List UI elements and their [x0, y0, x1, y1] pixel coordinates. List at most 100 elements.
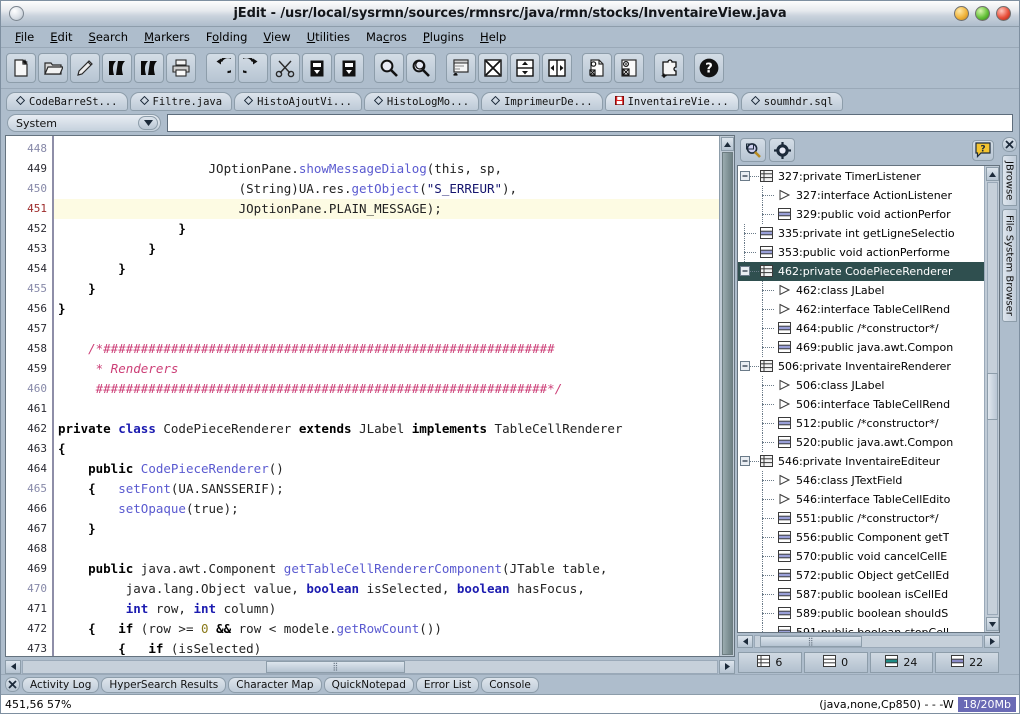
dock-hscroll-thumb[interactable]: ⣿: [760, 636, 862, 647]
buffer-tab-2[interactable]: HistoAjoutVi...: [234, 92, 362, 111]
gutter-line-number[interactable]: 453: [6, 239, 52, 259]
tree-node[interactable]: 327:private TimerListener: [738, 167, 984, 186]
tree-node[interactable]: 329:public void actionPerfor: [738, 205, 984, 224]
dock-tab-file-system-browser[interactable]: File System Browser: [1002, 209, 1017, 322]
gutter-line-number[interactable]: 461: [6, 399, 52, 419]
paste-button[interactable]: [334, 53, 364, 83]
gutter-line-number[interactable]: 454: [6, 259, 52, 279]
tree-node[interactable]: 551:public /*constructor*/: [738, 509, 984, 528]
buffer-tab-0[interactable]: CodeBarreSt...: [6, 92, 128, 111]
code-line[interactable]: /*######################################…: [54, 339, 719, 359]
dock-scroll-right-icon[interactable]: [984, 635, 1000, 648]
code-line[interactable]: { if (isSelected): [54, 639, 719, 656]
tree-node[interactable]: 464:public /*constructor*/: [738, 319, 984, 338]
tree-node[interactable]: 587:public boolean isCellEd: [738, 585, 984, 604]
gutter-line-number[interactable]: 457: [6, 319, 52, 339]
save-file-button[interactable]: [70, 53, 100, 83]
scroll-left-icon[interactable]: [5, 660, 21, 674]
menu-macros[interactable]: Macros: [358, 28, 415, 46]
gutter-line-number[interactable]: 466: [6, 499, 52, 519]
dock-help-button[interactable]: ?: [972, 140, 994, 161]
bottom-tab-hypersearch-results[interactable]: HyperSearch Results: [101, 677, 226, 693]
bottom-tab-quicknotepad[interactable]: QuickNotepad: [324, 677, 414, 693]
new-view-button[interactable]: [446, 53, 476, 83]
code-line[interactable]: }: [54, 259, 719, 279]
code-line[interactable]: [54, 319, 719, 339]
dock-scroll-thumb[interactable]: [987, 373, 998, 420]
collapse-toggle-icon[interactable]: [740, 171, 750, 184]
collapse-toggle-icon[interactable]: [740, 266, 750, 279]
code-line[interactable]: }: [54, 299, 719, 319]
memory-usage[interactable]: 18/20Mb: [958, 697, 1016, 712]
code-line[interactable]: }: [54, 219, 719, 239]
dock-tab-jbrowse[interactable]: JBrowse: [1002, 155, 1017, 206]
collapse-toggle-icon[interactable]: [740, 361, 750, 374]
bottom-dock-close-button[interactable]: [5, 677, 20, 692]
interface-count[interactable]: 0: [804, 652, 868, 673]
gutter-line-number[interactable]: 450: [6, 179, 52, 199]
gutter-line-number[interactable]: 449: [6, 159, 52, 179]
tree-node[interactable]: 556:public Component getT: [738, 528, 984, 547]
tree-node[interactable]: 546:class JTextField: [738, 471, 984, 490]
dock-hscroll-track[interactable]: ⣿: [754, 635, 983, 648]
dock-scroll-left-icon[interactable]: [737, 635, 753, 648]
bottom-tab-console[interactable]: Console: [481, 677, 539, 693]
menu-search[interactable]: Search: [81, 28, 137, 46]
code-line[interactable]: JOptionPane.showMessageDialog(this, sp,: [54, 159, 719, 179]
code-line[interactable]: [54, 399, 719, 419]
editor-vertical-scrollbar[interactable]: [719, 136, 734, 656]
field-count[interactable]: 24: [870, 652, 934, 673]
tree-node[interactable]: 335:private int getLigneSelectio: [738, 224, 984, 243]
jbrowse-search-button[interactable]: [740, 138, 766, 162]
gutter-line-number[interactable]: 459: [6, 359, 52, 379]
gutter-line-number[interactable]: 458: [6, 339, 52, 359]
tree-node[interactable]: 353:public void actionPerforme: [738, 243, 984, 262]
tree-node[interactable]: 506:class JLabel: [738, 376, 984, 395]
mode-combo[interactable]: System: [7, 114, 161, 132]
maximize-button[interactable]: [975, 6, 990, 21]
menu-file[interactable]: File: [7, 28, 42, 46]
plugin-manager-button[interactable]: [654, 53, 684, 83]
find-next-button[interactable]: [406, 53, 436, 83]
tree-node[interactable]: 506:private InventaireRenderer: [738, 357, 984, 376]
window-menu-icon[interactable]: [9, 6, 24, 21]
tree-node[interactable]: 591:public boolean stopCell: [738, 623, 984, 632]
code-line[interactable]: {: [54, 439, 719, 459]
buffer-tab-3[interactable]: HistoLogMo...: [364, 92, 479, 111]
menu-plugins[interactable]: Plugins: [415, 28, 472, 46]
undo-button[interactable]: [206, 53, 236, 83]
code-line[interactable]: [54, 139, 719, 159]
scroll-up-icon[interactable]: [721, 137, 734, 151]
print-button[interactable]: [166, 53, 196, 83]
gutter-line-number[interactable]: 467: [6, 519, 52, 539]
buffer-tab-4[interactable]: ImprimeurDe...: [481, 92, 603, 111]
gutter-line-number[interactable]: 465: [6, 479, 52, 499]
code-line[interactable]: (String)UA.res.getObject("S_ERREUR"),: [54, 179, 719, 199]
class-count[interactable]: 6: [738, 652, 802, 673]
dock-vertical-scrollbar[interactable]: [984, 166, 999, 632]
global-options-button[interactable]: [614, 53, 644, 83]
gutter-line-number[interactable]: 473: [6, 639, 52, 659]
gutter-line-number[interactable]: 471: [6, 599, 52, 619]
tree-node[interactable]: 462:private CodePieceRenderer: [738, 262, 984, 281]
method-count[interactable]: 22: [935, 652, 999, 673]
tree-node[interactable]: 462:class JLabel: [738, 281, 984, 300]
gutter-line-number[interactable]: 463: [6, 439, 52, 459]
tree-list[interactable]: 327:private TimerListener327:interface A…: [738, 166, 984, 632]
split-vertical-button[interactable]: [542, 53, 572, 83]
collapse-toggle-icon[interactable]: [740, 456, 750, 469]
dock-scroll-up-icon[interactable]: [986, 167, 999, 181]
code-line[interactable]: }: [54, 279, 719, 299]
chevron-down-icon[interactable]: [138, 116, 158, 130]
close-button[interactable]: [996, 6, 1011, 21]
dock-close-button[interactable]: [1002, 137, 1017, 152]
buffer-tab-6[interactable]: soumhdr.sql: [741, 92, 844, 111]
gutter-line-number[interactable]: 460: [6, 379, 52, 399]
gutter-line-number[interactable]: 469: [6, 559, 52, 579]
jbrowse-settings-button[interactable]: [769, 138, 795, 162]
code-line[interactable]: }: [54, 239, 719, 259]
tree-node[interactable]: 469:public java.awt.Compon: [738, 338, 984, 357]
gutter-line-number[interactable]: 451: [6, 199, 52, 219]
hscroll-track[interactable]: ⣿: [22, 660, 718, 674]
current-buffer-options-button[interactable]: [582, 53, 612, 83]
